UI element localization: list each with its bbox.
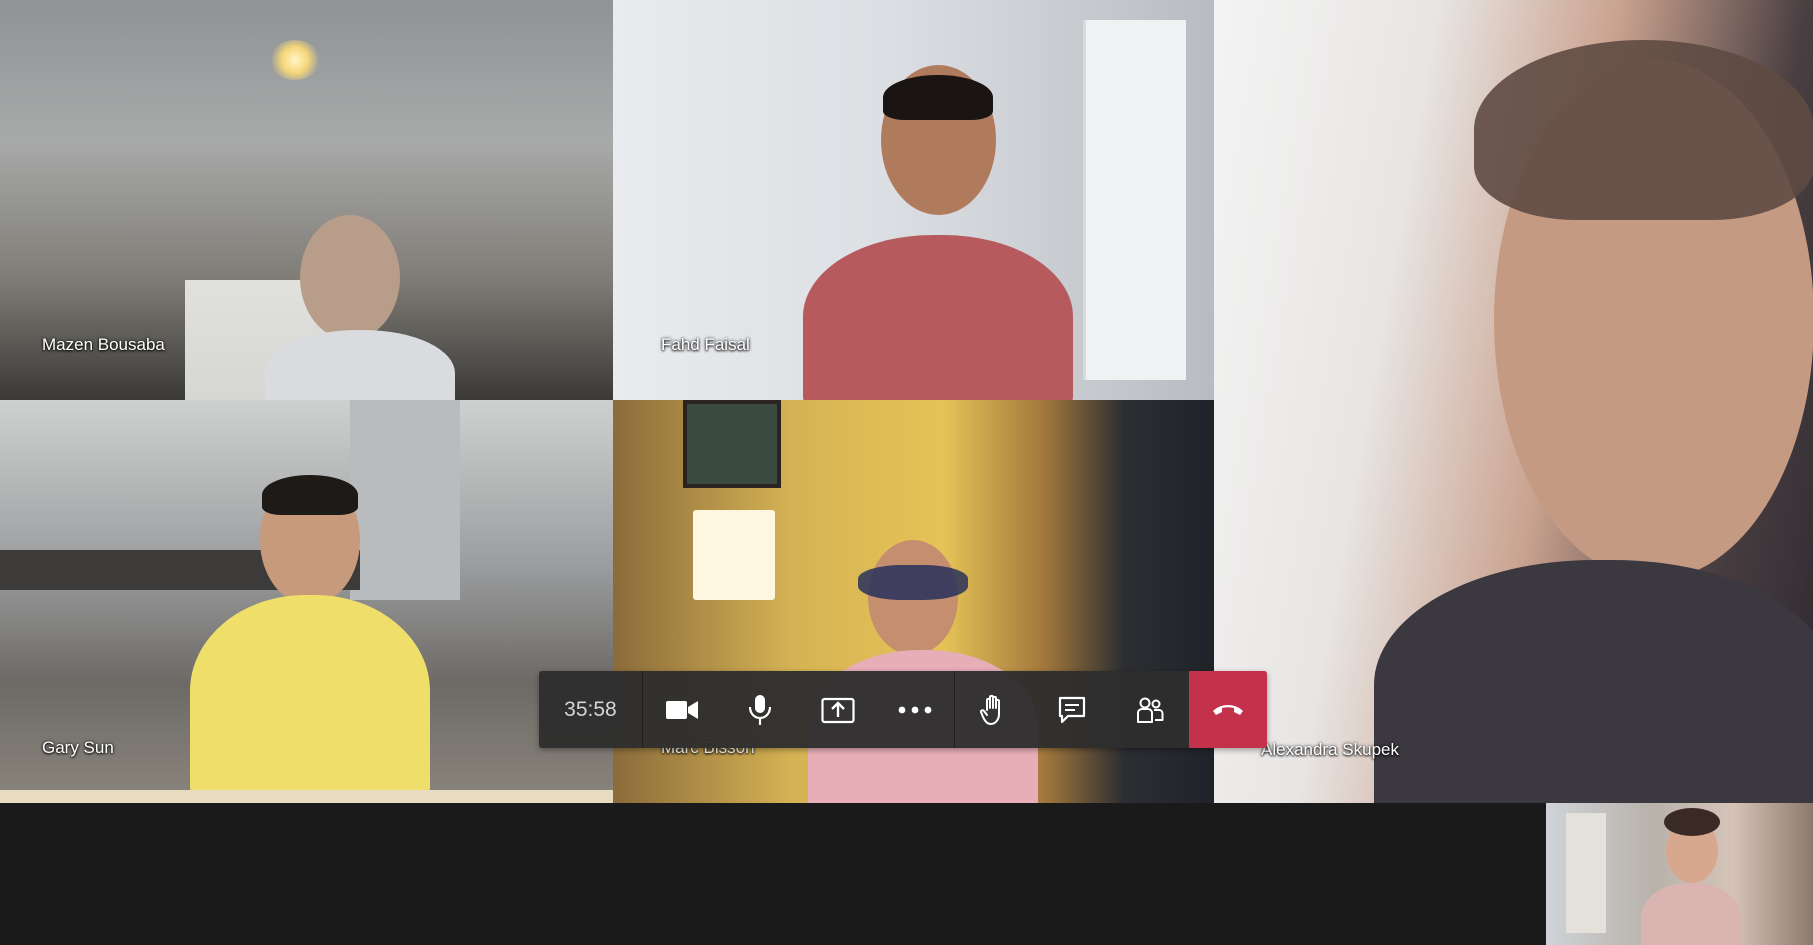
participant-video-alexandra xyxy=(1374,40,1813,803)
participants-button[interactable] xyxy=(1111,671,1189,748)
hang-up-button[interactable] xyxy=(1189,671,1267,748)
raise-hand-button[interactable] xyxy=(955,671,1033,748)
video-tile-gary[interactable]: Gary Sun xyxy=(0,400,613,803)
participant-video-mazen xyxy=(265,210,465,400)
door xyxy=(1083,20,1186,380)
wall-painting xyxy=(683,400,781,488)
share-screen-icon xyxy=(820,697,855,723)
participant-video-fahd xyxy=(803,65,1073,400)
call-controls-bar: 35:58 xyxy=(539,671,1267,748)
bookshelf xyxy=(1566,813,1606,933)
hang-up-icon xyxy=(1213,704,1244,715)
participant-name-label: Alexandra Skupek xyxy=(1261,740,1399,759)
chat-icon xyxy=(1059,696,1086,723)
participant-video-gary xyxy=(180,475,440,803)
microphone-icon xyxy=(748,694,771,725)
participant-name-label: Mazen Bousaba xyxy=(42,335,165,354)
share-screen-button[interactable] xyxy=(799,671,877,748)
call-duration-timer: 35:58 xyxy=(564,697,617,721)
lamp xyxy=(693,510,775,600)
participant-name-label: Gary Sun xyxy=(42,738,114,757)
video-camera-icon xyxy=(665,700,698,719)
video-tile-fahd[interactable]: Fahd Faisal xyxy=(613,0,1214,400)
meeting-stage: Mazen Bousaba Fahd Faisal Alexandra Skup… xyxy=(0,0,1813,945)
participant-video-self xyxy=(1636,808,1746,945)
chat-button[interactable] xyxy=(1033,671,1111,748)
camera-toggle-button[interactable] xyxy=(643,671,721,748)
self-video-preview[interactable] xyxy=(1546,803,1813,945)
participant-name-label: Fahd Faisal xyxy=(661,335,750,354)
video-tile-alexandra[interactable]: Alexandra Skupek xyxy=(1214,0,1813,803)
video-tile-mazen[interactable]: Mazen Bousaba xyxy=(0,0,613,400)
raise-hand-icon xyxy=(980,694,1001,725)
more-options-icon xyxy=(899,706,932,713)
desk-edge xyxy=(0,790,613,803)
more-options-button[interactable] xyxy=(877,671,955,748)
participants-icon xyxy=(1137,697,1164,723)
microphone-toggle-button[interactable] xyxy=(721,671,799,748)
ceiling-light xyxy=(270,40,320,80)
